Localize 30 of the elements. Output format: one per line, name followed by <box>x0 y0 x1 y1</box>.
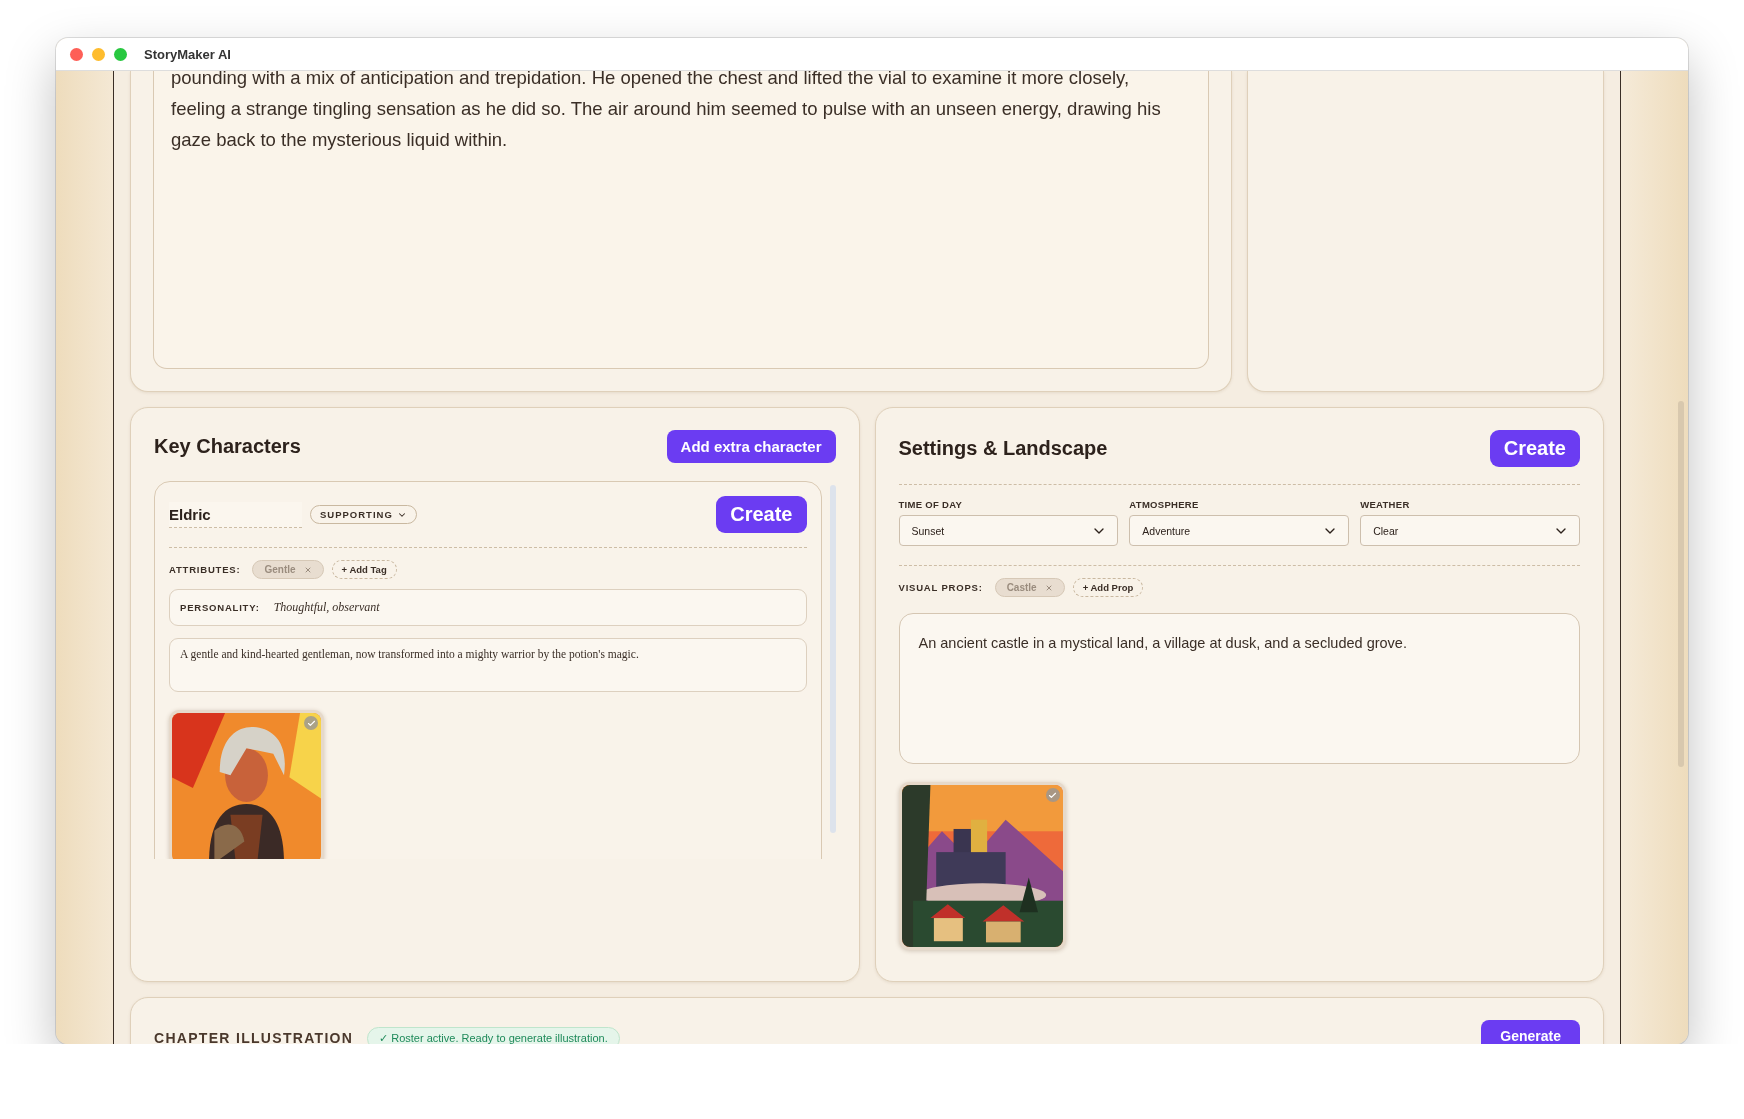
minimize-button[interactable] <box>92 47 105 61</box>
close-button[interactable] <box>70 47 83 61</box>
props-label: VISUAL PROPS: <box>898 582 983 593</box>
section-title: CHAPTER ILLUSTRATION <box>154 1030 354 1044</box>
personality-label: PERSONALITY: <box>180 602 260 613</box>
status-badge: ✓ Roster active. Ready to generate illustration. <box>367 1027 620 1044</box>
dropdown[interactable]: Clear <box>1360 515 1580 546</box>
close-icon[interactable] <box>303 565 312 574</box>
name-field[interactable]: Eldric <box>169 501 302 528</box>
create-button[interactable]: Create <box>716 496 807 533</box>
dropdown[interactable]: Sunset <box>898 515 1119 546</box>
description-field: An ancient castle in a mystical land, a village at dusk, and a secluded grove. <box>898 613 1580 764</box>
create-button[interactable]: Create <box>1489 430 1580 467</box>
field-label: TIME OF DAY <box>898 499 964 510</box>
tag-chip: Castle <box>994 578 1065 597</box>
window-title: StoryMaker AI <box>144 46 231 62</box>
zoom-button[interactable] <box>114 47 127 61</box>
section-title: Settings & Landscape <box>898 437 1108 460</box>
close-icon[interactable] <box>1044 583 1053 592</box>
story-text: pounding with a mix of anticipation and trepidation. He opened the chest and lifted the vial to examine it more closely, feeling a strange tingling sensation as he did so. The air around him seemed to pulse with an unseen energy, drawing his gaze back to the mysterious liquid within. <box>171 71 1162 152</box>
field-label: WEATHER <box>1360 499 1411 510</box>
field-label: ATMOSPHERE <box>1129 499 1200 510</box>
generate-button[interactable]: Generate <box>1481 1020 1580 1044</box>
personality-value: Thoughtful, observant <box>273 600 380 615</box>
dropdown[interactable]: Adventure <box>1129 515 1350 546</box>
description-field: A gentle and kind-hearted gentleman, now transformed into a mighty warrior by the potion's magic. <box>169 638 807 692</box>
tag-chip: Gentle <box>252 560 324 579</box>
add-character-button[interactable]: Add extra character <box>666 430 836 463</box>
section-title: Key Characters <box>154 435 301 458</box>
attributes-label: ATTRIBUTES: <box>169 564 241 575</box>
